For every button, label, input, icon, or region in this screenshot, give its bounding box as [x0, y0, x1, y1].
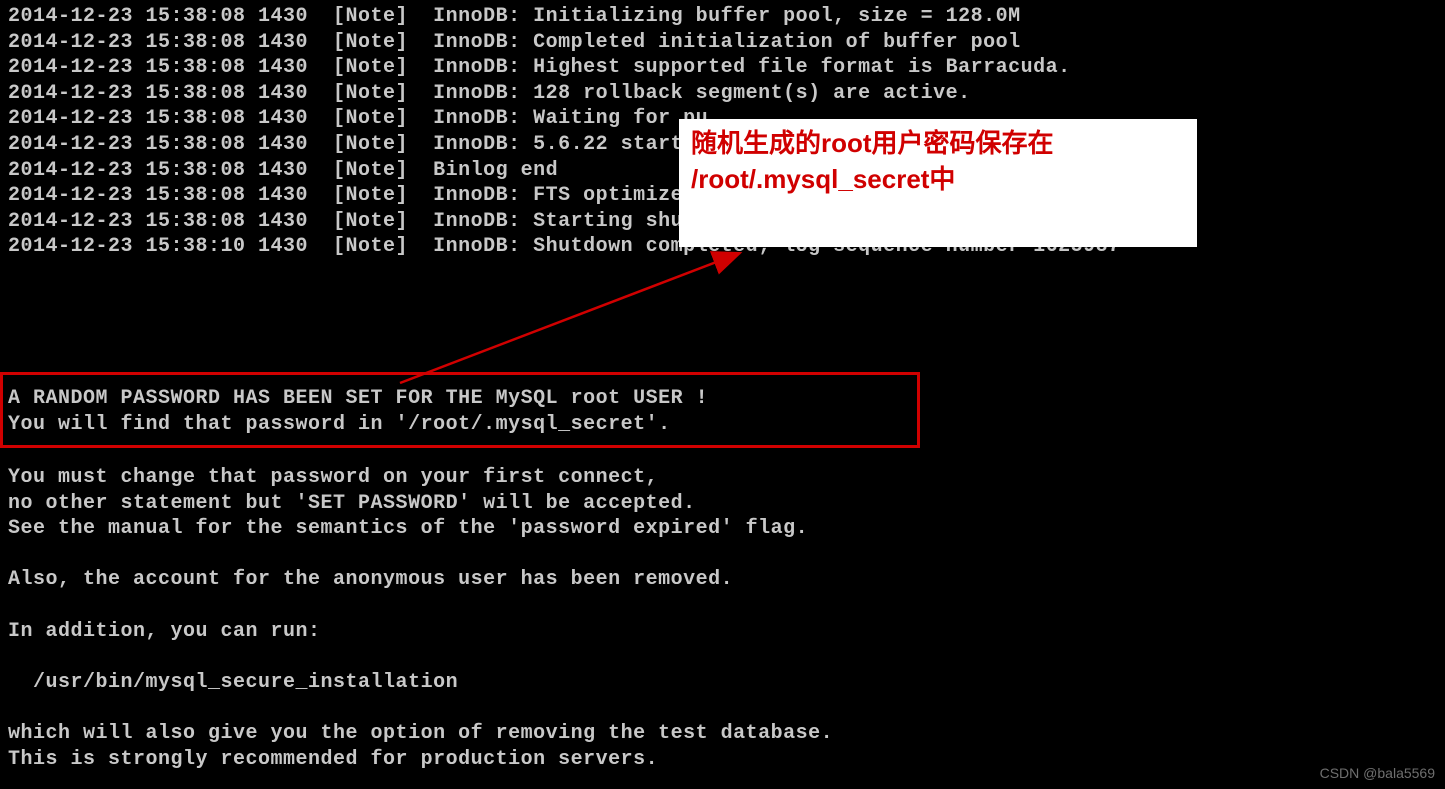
- annotation-line-2: /root/.mysql_secret中: [691, 161, 1185, 197]
- boxed-line: A RANDOM PASSWORD HAS BEEN SET FOR THE M…: [8, 386, 708, 412]
- instruction-line: You must change that password on your fi…: [8, 465, 833, 491]
- instruction-line: In addition, you can run:: [8, 619, 833, 645]
- log-line: 2014-12-23 15:38:08 1430 [Note] InnoDB: …: [8, 81, 1437, 107]
- blank-line: [8, 542, 833, 568]
- blank-line: [8, 695, 833, 721]
- log-line: 2014-12-23 15:38:08 1430 [Note] InnoDB: …: [8, 4, 1437, 30]
- log-line: 2014-12-23 15:38:08 1430 [Note] InnoDB: …: [8, 30, 1437, 56]
- blank-line: [8, 593, 833, 619]
- instruction-line: See the manual for the semantics of the …: [8, 516, 833, 542]
- instructions-block: You must change that password on your fi…: [8, 465, 833, 772]
- instruction-line: Also, the account for the anonymous user…: [8, 567, 833, 593]
- watermark-text: CSDN @bala5569: [1320, 765, 1435, 783]
- instruction-line: /usr/bin/mysql_secure_installation: [8, 670, 833, 696]
- annotation-callout: 随机生成的root用户密码保存在 /root/.mysql_secret中: [679, 119, 1197, 247]
- blank-line: [8, 644, 833, 670]
- log-line: 2014-12-23 15:38:08 1430 [Note] InnoDB: …: [8, 55, 1437, 81]
- instruction-line: no other statement but 'SET PASSWORD' wi…: [8, 491, 833, 517]
- annotation-line-1: 随机生成的root用户密码保存在: [691, 125, 1185, 161]
- instruction-line: which will also give you the option of r…: [8, 721, 833, 747]
- instruction-line: This is strongly recommended for product…: [8, 747, 833, 773]
- boxed-message-block: A RANDOM PASSWORD HAS BEEN SET FOR THE M…: [8, 386, 708, 437]
- boxed-line: You will find that password in '/root/.m…: [8, 412, 708, 438]
